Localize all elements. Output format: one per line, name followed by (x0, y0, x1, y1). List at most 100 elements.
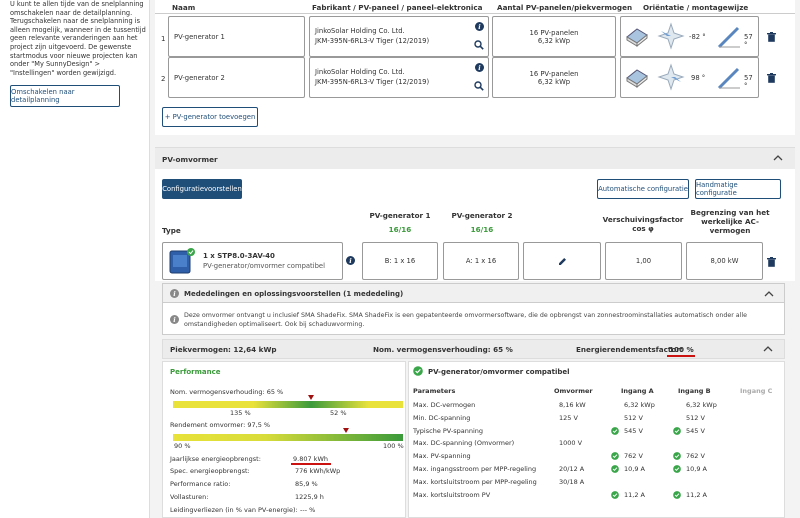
inverter-header[interactable] (155, 147, 795, 169)
config-suggestions-button[interactable]: Configuratievoorstellen (162, 179, 242, 199)
param-input-a: 10,9 A (624, 465, 645, 473)
gen2-assignment[interactable]: A: 1 x 16 (443, 242, 519, 280)
compat-text: PV-generator/omvormer compatibel (203, 262, 325, 270)
house-icon (626, 28, 648, 47)
params-header: Omvormer (554, 387, 593, 395)
trash-icon[interactable] (767, 32, 776, 42)
metric-value: 85,9 % (295, 480, 318, 488)
ratio-left: 135 % (230, 409, 251, 417)
info-icon: i (170, 315, 179, 324)
param-input-a: 512 V (624, 413, 643, 422)
param-input-a: 6,32 kWp (624, 401, 655, 409)
info-icon: i (170, 289, 179, 298)
params-header: Parameters (413, 387, 456, 395)
param-input-b: 762 V (686, 452, 705, 461)
info-icon[interactable]: i (475, 22, 484, 31)
col-type: Type (162, 226, 181, 235)
check-circle-icon (611, 452, 619, 461)
metric-value: 776 kWh/kWp (295, 467, 341, 475)
col-gen1: PV-generator 1 16/16 (369, 211, 431, 234)
col-shift: Verschuivingsfactor cos φ (602, 215, 684, 233)
panel-count-box[interactable]: 16 PV-panelen 6,32 kWp (492, 57, 616, 98)
col-limit: Begrenzing van het werkelijke AC-vermoge… (690, 208, 770, 235)
eff-bar (173, 428, 403, 441)
param-input-b: 545 V (686, 426, 705, 435)
inverter-icon (169, 248, 195, 274)
ac-limit-field[interactable]: 8,00 kW (686, 242, 763, 280)
inverter-model: 1 x STP8.0-3AV-40 (203, 252, 275, 260)
compass-icon (657, 22, 685, 50)
param-input-a: 545 V (624, 426, 643, 435)
orientation-box[interactable]: -82 ° 57 ° (620, 16, 759, 57)
panel-select-box[interactable]: JinkoSolar Holding Co. Ltd. JKM-395N-6RL… (309, 16, 489, 57)
auto-config-button[interactable]: Automatische configuratie (597, 179, 689, 199)
ratio-label: Nom. vermogensverhouding: 65 % (170, 388, 284, 396)
metric-value: 1225,9 h (295, 493, 324, 501)
param-inverter-value: 20/12 A (559, 465, 585, 473)
metric-value: --- % (300, 506, 316, 514)
panel-select-box[interactable]: JinkoSolar Holding Co. Ltd. JKM-395N-6RL… (309, 57, 489, 98)
check-circle-icon (673, 452, 681, 461)
eff-marker (342, 428, 349, 433)
notices-title: Mededelingen en oplossingsvoorstellen (1… (184, 290, 404, 298)
add-generator-button[interactable]: + PV-generator toevoegen (162, 107, 258, 127)
info-icon[interactable]: i (346, 256, 355, 265)
generator-name-field[interactable]: PV-generator 2 (168, 57, 305, 98)
chevron-up-icon[interactable] (764, 290, 774, 297)
trash-icon[interactable] (767, 73, 776, 83)
red-underline (667, 355, 695, 357)
params-header: Ingang B (678, 387, 711, 395)
gen1-count: 16/16 (388, 225, 412, 234)
search-icon[interactable] (474, 81, 484, 91)
chevron-up-icon[interactable] (773, 154, 783, 161)
param-inverter-value: 125 V (559, 413, 578, 422)
params-header: Ingang C (740, 387, 773, 395)
col-orientation: Oriëntatie / montagewijze (643, 3, 749, 12)
panel-count-box[interactable]: 16 PV-panelen 6,32 kWp (492, 16, 616, 57)
ratio-marker (308, 395, 314, 400)
param-name: Max. kortsluitstroom per MPP-regeling (413, 477, 537, 486)
param-inverter-value: 8,16 kW (559, 401, 586, 409)
inverter-type-box[interactable]: 1 x STP8.0-3AV-40 PV-generator/omvormer … (162, 242, 343, 280)
param-input-a: 762 V (624, 452, 643, 461)
col-manufacturer: Fabrikant / PV-paneel / paneel-elektroni… (312, 3, 483, 12)
params-title: PV-generator/omvormer compatibel (428, 368, 570, 376)
shift-factor-field[interactable]: 1,00 (605, 242, 682, 280)
param-input-b: 11,2 A (686, 490, 707, 499)
ratio-bar (173, 395, 403, 408)
tilt-icon (717, 26, 740, 49)
ratio-right: 52 % (330, 409, 347, 417)
pencil-icon[interactable] (558, 257, 567, 266)
col-gen2: PV-generator 2 16/16 (451, 211, 513, 234)
efficiency-label: Energierendementsfactor: (576, 345, 683, 354)
metric-value: 9.807 kWh (293, 455, 328, 463)
edit-box[interactable] (523, 242, 601, 280)
metric-label: Spec. energieopbrengst: (170, 467, 250, 475)
switch-to-detail-button[interactable]: Omschakelen naar detailplanning (10, 85, 120, 107)
param-name: Typische PV-spanning (413, 426, 483, 435)
efficiency-value: 100 % (669, 345, 694, 354)
notices-text: Deze omvormer ontvangt u inclusief SMA S… (184, 312, 748, 328)
check-circle-icon (611, 426, 619, 435)
performance-title: Performance (170, 368, 221, 376)
tilt-icon (717, 67, 740, 90)
gen1-assignment[interactable]: B: 1 x 16 (362, 242, 438, 280)
gen2-count: 16/16 (470, 225, 494, 234)
chevron-up-icon[interactable] (763, 345, 773, 352)
divider (155, 13, 795, 14)
param-name: Min. DC-spanning (413, 413, 471, 422)
check-circle-icon (611, 490, 619, 499)
compass-icon (657, 63, 685, 91)
manual-config-button[interactable]: Handmatige configuratie (695, 179, 781, 199)
red-underline (291, 463, 331, 465)
eff-label: Rendement omvormer: 97,5 % (170, 421, 271, 429)
col-name: Naam (172, 3, 196, 12)
main-panel: Naam Fabrikant / PV-paneel / paneel-elek… (150, 0, 800, 518)
orientation-box[interactable]: 98 ° 57 ° (620, 57, 759, 98)
param-inverter-value: 30/18 A (559, 477, 585, 486)
generator-name-field[interactable]: PV-generator 1 (168, 16, 305, 57)
param-inverter-value: 1000 V (559, 439, 583, 448)
trash-icon[interactable] (767, 257, 776, 267)
search-icon[interactable] (474, 40, 484, 50)
info-icon[interactable]: i (475, 63, 484, 72)
